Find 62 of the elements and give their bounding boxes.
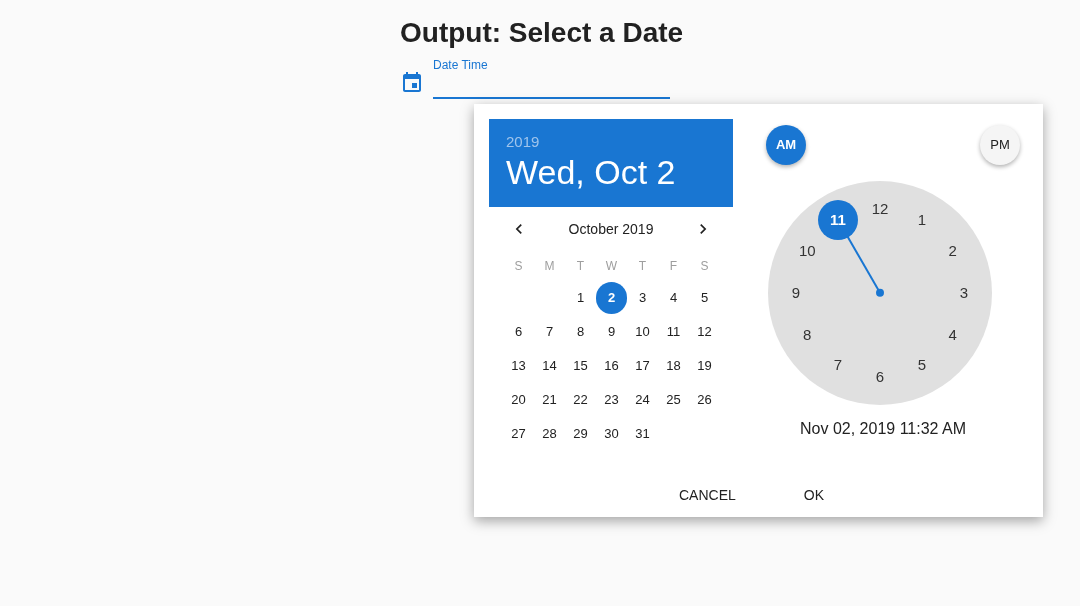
clock-hour[interactable]: 5 [910,353,934,378]
calendar-day[interactable]: 12 [689,316,720,348]
calendar-day[interactable]: 11 [658,316,689,348]
clock-hour[interactable]: 7 [826,353,850,378]
clock-hour[interactable]: 11 [818,200,858,241]
calendar-icon[interactable] [400,71,424,95]
calendar-day[interactable]: 15 [565,350,596,382]
calendar-day[interactable]: 26 [689,384,720,416]
field-label: Date Time [433,57,488,74]
page-heading: Output: Select a Date [400,16,684,50]
calendar-day[interactable]: 22 [565,384,596,416]
weekday-label: W [605,257,618,275]
clock-hour[interactable]: 6 [868,365,892,389]
clock-hour[interactable]: 9 [784,281,808,305]
month-label: October 2019 [568,219,654,239]
calendar-day[interactable]: 4 [658,282,689,314]
meridiem-button-selected[interactable]: AM [766,125,806,165]
clock-face[interactable]: 12 1 2 3 4 5 6 7 8 9 10 11 [768,181,992,405]
calendar-day[interactable]: 20 [503,384,534,416]
calendar-day[interactable]: 29 [565,418,596,450]
header-date: Wed, Oct 2 [506,152,676,193]
clock-hour[interactable]: 8 [795,323,820,347]
clock-hour[interactable]: 4 [940,323,965,347]
selected-datetime: Nov 02, 2019 11:32 AM [800,419,967,439]
dialog-action-button[interactable]: CANCEL [670,477,745,513]
calendar-day[interactable]: 17 [627,350,658,382]
calendar-day[interactable]: 31 [627,418,658,450]
calendar-day[interactable]: 9 [596,316,627,348]
calendar-day[interactable]: 2 [596,282,627,314]
weekday-label: T [638,257,647,275]
weekday-label: M [544,257,555,275]
calendar-day[interactable]: 14 [534,350,565,382]
weekday-label: S [514,257,523,275]
calendar-day[interactable]: 19 [689,350,720,382]
calendar-day[interactable]: 25 [658,384,689,416]
calendar-day[interactable]: 24 [627,384,658,416]
clock-hour[interactable]: 12 [868,197,892,221]
clock-hour[interactable]: 2 [940,239,965,263]
calendar-day[interactable]: 21 [534,384,565,416]
calendar-day[interactable]: 28 [534,418,565,450]
dialog-action-button[interactable]: OK [794,477,834,513]
calendar-day[interactable]: 16 [596,350,627,382]
weekday-label: S [700,257,709,275]
calendar-day[interactable]: 8 [565,316,596,348]
calendar-day[interactable]: 10 [627,316,658,348]
calendar-day[interactable]: 7 [534,316,565,348]
clock-hour[interactable]: 3 [952,281,976,305]
clock-hour[interactable]: 1 [910,208,934,233]
calendar-day[interactable]: 23 [596,384,627,416]
calendar-day[interactable]: 3 [627,282,658,314]
calendar-day[interactable]: 30 [596,418,627,450]
calendar-day[interactable]: 27 [503,418,534,450]
calendar-day[interactable]: 5 [689,282,720,314]
weekday-label: T [576,257,585,275]
calendar-day[interactable]: 13 [503,350,534,382]
clock-hour[interactable]: 10 [795,239,820,263]
date-time-field[interactable]: Date Time [433,59,670,99]
calendar-day[interactable]: 6 [503,316,534,348]
meridiem-button[interactable]: PM [980,125,1020,165]
weekday-label: F [669,257,678,275]
calendar-day[interactable]: 1 [565,282,596,314]
calendar-day[interactable]: 18 [658,350,689,382]
